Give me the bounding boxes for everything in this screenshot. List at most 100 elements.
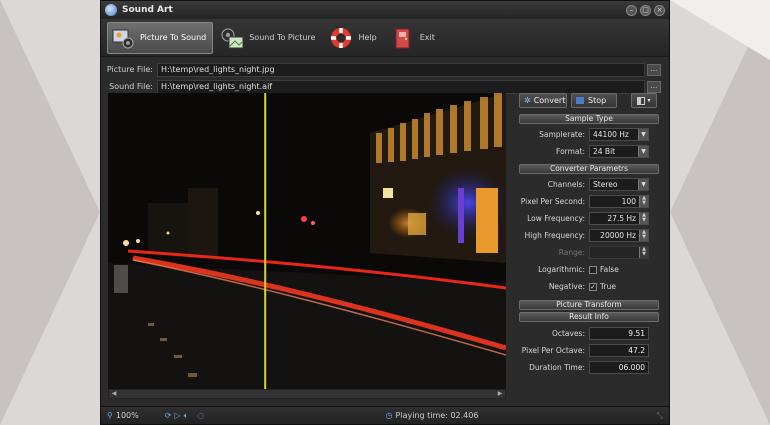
help-label: Help — [358, 33, 377, 42]
loop-icon[interactable]: ⟳ — [165, 411, 172, 420]
duration-label: Duration Time: — [529, 363, 585, 372]
stop-icon — [576, 97, 584, 104]
pixel-per-octave-row: Pixel Per Octave: 47.2 — [519, 342, 659, 359]
converter-params-header[interactable]: Converter Parametrs — [519, 164, 659, 174]
dropdown-arrow-icon: ▾ — [647, 97, 651, 104]
play-icon[interactable]: ▷ — [174, 411, 180, 420]
sound-file-field[interactable]: H:\temp\red_lights_night.aif — [157, 79, 645, 94]
picture-to-sound-label: Picture To Sound — [140, 33, 207, 42]
picture-file-field[interactable]: H:\temp\red_lights_night.jpg — [157, 62, 645, 77]
clock-icon: ◷ — [385, 411, 393, 420]
picture-browse-button[interactable]: ... — [647, 63, 661, 76]
close-button[interactable]: × — [654, 4, 665, 16]
channels-select[interactable]: Stereo ▼ — [589, 178, 649, 191]
logarithmic-value: False — [600, 265, 619, 274]
exit-button[interactable]: Exit — [387, 22, 442, 54]
convert-label: Convert — [533, 96, 566, 105]
low-frequency-stepper[interactable]: 27.5 Hz ▲ ▼ — [589, 212, 649, 225]
picture-preview[interactable] — [108, 93, 506, 389]
background-decoration-top-right — [670, 0, 770, 60]
settings-panel: ✲ Convert Stop ▾ Sample Type Samplerate:… — [519, 93, 659, 395]
zoom-icon[interactable]: ⚲ — [107, 411, 113, 420]
low-frequency-value: 27.5 Hz — [607, 214, 636, 223]
high-frequency-value: 20000 Hz — [600, 231, 636, 240]
format-row: Format: 24 Bit ▼ — [519, 143, 659, 160]
spin-arrows-icon[interactable]: ▲ ▼ — [639, 230, 648, 241]
minimize-button[interactable]: – — [626, 4, 637, 16]
low-frequency-row: Low Frequency: 27.5 Hz ▲ ▼ — [519, 210, 659, 227]
octaves-row: Octaves: 9.51 — [519, 325, 659, 342]
result-info-header[interactable]: Result Info — [519, 312, 659, 322]
picture-to-sound-button[interactable]: Picture To Sound — [107, 21, 214, 54]
status-bar: ⚲ 100% ⟳ ▷ 🔈︎ ◌ ◷ Playing time: 02.406 ⤡ — [101, 406, 669, 424]
picture-file-row: Picture File: H:\temp\red_lights_night.j… — [101, 61, 669, 78]
checkmark-icon[interactable]: ✓ — [589, 282, 597, 291]
logarithmic-row: Logarithmic: False — [519, 261, 659, 278]
help-button[interactable]: Help — [325, 22, 383, 54]
app-logo-icon — [105, 4, 117, 16]
chevron-down-icon[interactable]: ▼ — [638, 179, 648, 190]
picture-to-sound-icon — [111, 26, 135, 50]
low-frequency-label: Low Frequency: — [527, 214, 585, 223]
channels-value: Stereo — [593, 180, 618, 189]
view-options-button[interactable]: ▾ — [631, 93, 657, 108]
picture-transform-header[interactable]: Picture Transform — [519, 300, 659, 310]
format-label: Format: — [556, 147, 585, 156]
spin-arrows-icon[interactable]: ▲ ▼ — [639, 213, 648, 224]
format-select[interactable]: 24 Bit ▼ — [589, 145, 649, 158]
spin-arrows-icon[interactable]: ▲ ▼ — [639, 247, 648, 258]
horizontal-scrollbar[interactable]: ◀ ▶ — [108, 389, 506, 399]
chevron-down-icon[interactable]: ▼ — [638, 146, 648, 157]
chevron-down-icon[interactable]: ▼ — [638, 129, 648, 140]
samplerate-value: 44100 Hz — [593, 130, 629, 139]
pixel-per-octave-label: Pixel Per Octave: — [521, 346, 585, 355]
pixel-per-octave-value: 47.2 — [589, 344, 649, 357]
night-street-photo — [108, 93, 506, 389]
main-toolbar: Picture To Sound Sound To Picture Help E… — [101, 19, 669, 57]
convert-button[interactable]: ✲ Convert — [519, 93, 567, 108]
sample-type-header[interactable]: Sample Type — [519, 114, 659, 124]
format-value: 24 Bit — [593, 147, 616, 156]
octaves-value: 9.51 — [589, 327, 649, 340]
checkbox-unchecked-icon[interactable] — [589, 265, 597, 274]
scroll-left-arrow-icon[interactable]: ◀ — [109, 390, 119, 398]
volume-icon[interactable]: 🔈︎ — [184, 411, 189, 421]
negative-checkbox[interactable]: ✓ True — [589, 282, 616, 291]
duration-value: 06.000 — [589, 361, 649, 374]
spin-arrows-icon[interactable]: ▲ ▼ — [639, 196, 648, 207]
view-layout-icon — [637, 96, 646, 105]
pps-stepper[interactable]: 100 ▲ ▼ — [589, 195, 649, 208]
stop-button[interactable]: Stop — [571, 93, 617, 108]
app-window: Sound Art – □ × Picture To Sound Sound T… — [100, 0, 670, 425]
negative-label: Negative: — [548, 282, 585, 291]
sound-browse-button[interactable]: ... — [647, 80, 661, 93]
pps-row: Pixel Per Second: 100 ▲ ▼ — [519, 193, 659, 210]
sound-file-label: Sound File: — [109, 82, 153, 91]
pps-label: Pixel Per Second: — [520, 197, 585, 206]
range-row: Range: ▲ ▼ — [519, 244, 659, 261]
maximize-button[interactable]: □ — [640, 4, 651, 16]
range-label: Range: — [558, 248, 585, 257]
stop-label: Stop — [588, 96, 607, 105]
range-stepper[interactable]: ▲ ▼ — [589, 246, 649, 259]
samplerate-row: Samplerate: 44100 Hz ▼ — [519, 126, 659, 143]
high-frequency-stepper[interactable]: 20000 Hz ▲ ▼ — [589, 229, 649, 242]
background-decoration-right — [670, 0, 770, 425]
exit-label: Exit — [419, 33, 435, 42]
playing-time: Playing time: 02.406 — [395, 411, 479, 420]
title-bar: Sound Art – □ × — [101, 1, 669, 19]
sound-to-picture-button[interactable]: Sound To Picture — [216, 22, 322, 54]
samplerate-label: Samplerate: — [539, 130, 585, 139]
negative-row: Negative: ✓ True — [519, 278, 659, 295]
logarithmic-checkbox[interactable]: False — [589, 265, 619, 274]
action-buttons: ✲ Convert Stop ▾ — [519, 93, 659, 108]
resize-grip-icon[interactable]: ⤡ — [657, 411, 663, 421]
file-fields: Picture File: H:\temp\red_lights_night.j… — [101, 57, 669, 95]
scroll-right-arrow-icon[interactable]: ▶ — [495, 390, 505, 398]
duration-row: Duration Time: 06.000 — [519, 359, 659, 376]
samplerate-select[interactable]: 44100 Hz ▼ — [589, 128, 649, 141]
high-frequency-label: High Frequency: — [524, 231, 585, 240]
comment-icon[interactable]: ◌ — [197, 411, 204, 420]
picture-file-label: Picture File: — [106, 65, 153, 74]
channels-label: Channels: — [547, 180, 585, 189]
